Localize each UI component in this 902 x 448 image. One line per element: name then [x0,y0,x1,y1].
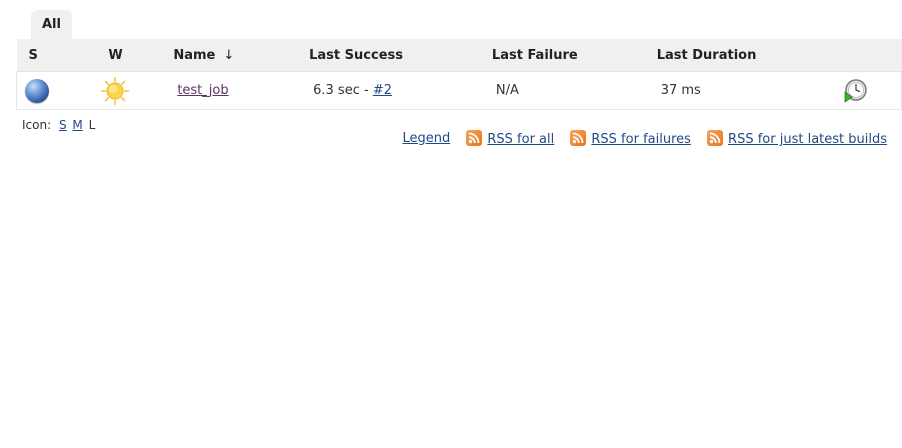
schedule-build-icon[interactable] [842,78,868,104]
rss-latest-item: RSS for just latest builds [707,130,887,147]
header-last-success[interactable]: Last Success [309,39,492,72]
jobs-table: S W Name ↓ Last Success Last Failure Last… [16,39,902,110]
actions-cell [841,71,902,110]
rss-failures-link[interactable]: RSS for failures [591,132,691,147]
header-last-duration-label: Last Duration [656,47,757,63]
header-weather-label: W [108,47,123,63]
tab-all[interactable]: All [31,10,72,39]
rss-feed-icon [466,130,483,146]
name-cell: test_job [173,71,310,110]
status-cell [16,71,77,110]
rss-feed-icon [570,130,587,146]
table-header-row: S W Name ↓ Last Success Last Failure Last… [16,39,902,72]
view-tabs: All [31,10,72,39]
icon-size-selector: Icon: S M L [22,118,95,132]
header-last-duration[interactable]: Last Duration [656,39,842,72]
blue-ball-icon [25,78,49,103]
last-success-cell: 6.3 sec - #2 [309,71,492,110]
sort-arrow-icon: ↓ [223,47,235,63]
dashboard-view: All S W Name ↓ Last Success Last Failure … [0,0,902,448]
icon-size-small-link[interactable]: S [59,118,67,132]
job-link-test-job[interactable]: test_job [177,83,228,98]
rss-all-link[interactable]: RSS for all [487,132,554,147]
rss-failures-item: RSS for failures [570,130,691,147]
last-success-time: 6.3 sec [313,83,360,98]
last-duration-cell: 37 ms [656,71,842,110]
header-name[interactable]: Name ↓ [173,39,310,72]
last-success-build-link[interactable]: #2 [373,83,392,98]
last-failure-cell: N/A [491,71,657,110]
header-last-failure-label: Last Failure [491,47,578,63]
rss-feed-icon [707,130,724,146]
header-last-success-label: Last Success [309,47,403,63]
header-last-failure[interactable]: Last Failure [491,39,657,72]
footer-links: Legend RSS for all RSS for failures RSS … [393,130,887,147]
sun-icon [100,76,130,106]
rss-latest-link[interactable]: RSS for just latest builds [728,132,887,147]
rss-all-item: RSS for all [466,130,554,147]
header-weather[interactable]: W [76,39,174,72]
weather-cell [76,71,174,110]
last-success-separator: - [359,83,373,98]
last-duration-value: 37 ms [660,83,701,98]
header-status-label: S [28,47,38,63]
icon-size-label: Icon: [22,118,52,132]
last-failure-value: N/A [495,83,519,98]
header-name-label: Name [173,47,216,63]
table-row: test_job 6.3 sec - #2 N/A 37 ms [16,71,902,110]
legend-link[interactable]: Legend [402,131,450,146]
header-status[interactable]: S [16,39,77,72]
legend-item: Legend [402,131,450,146]
icon-size-large-current: L [88,118,96,132]
icon-size-medium-link[interactable]: M [72,118,82,132]
header-actions [841,39,902,72]
